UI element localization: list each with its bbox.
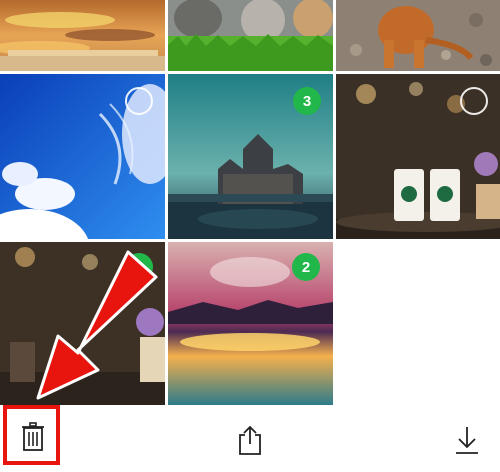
highlight-box: [3, 405, 60, 465]
photo-blue-sky[interactable]: [0, 74, 165, 239]
photo-cafe-flowers[interactable]: 1: [0, 242, 165, 405]
bottom-toolbar: [0, 405, 500, 472]
share-button[interactable]: [234, 423, 266, 457]
share-icon: [239, 425, 261, 455]
download-button[interactable]: [451, 423, 483, 457]
selection-badge[interactable]: 1: [125, 253, 153, 281]
photo-puppy-rocks[interactable]: [336, 0, 500, 71]
selection-circle[interactable]: [125, 87, 153, 115]
photo-sunset-clouds[interactable]: [0, 0, 165, 71]
selection-badge[interactable]: 2: [292, 253, 320, 281]
selection-badge[interactable]: 3: [293, 87, 321, 115]
photo-sunset-reflection[interactable]: 2: [168, 242, 333, 405]
photo-cafe-cups[interactable]: [336, 74, 500, 239]
photo-grid: 3 1 2: [0, 0, 500, 405]
download-icon: [456, 427, 478, 454]
photo-kittens-grass[interactable]: [168, 0, 333, 71]
photo-castle-lake[interactable]: 3: [168, 74, 333, 239]
selection-circle[interactable]: [460, 87, 488, 115]
